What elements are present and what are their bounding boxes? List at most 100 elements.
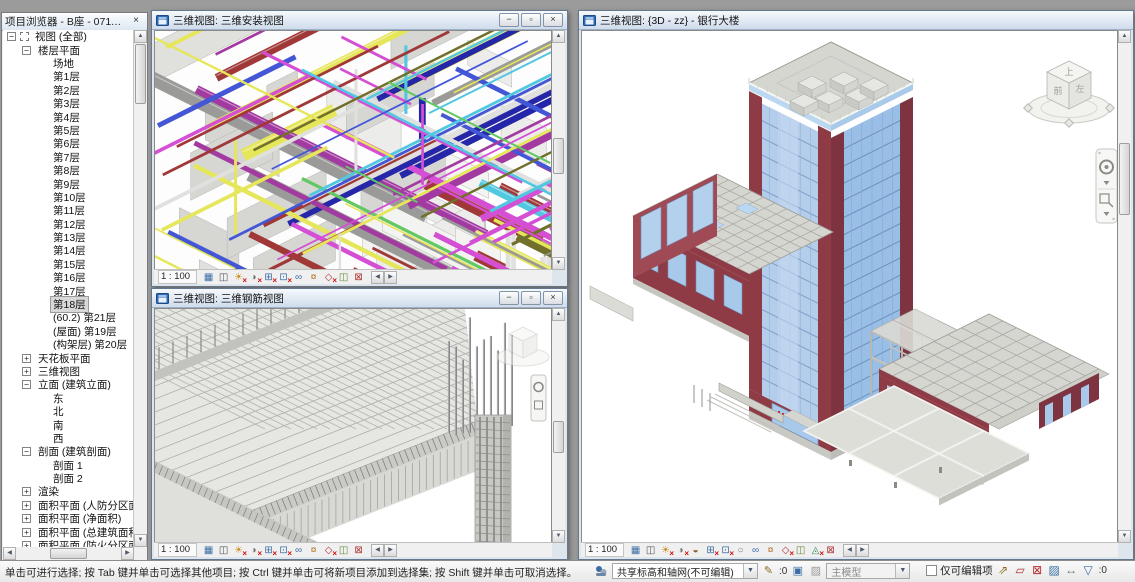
scroll-down-icon[interactable]: ▼: [134, 534, 147, 547]
window-titlebar[interactable]: 三维视图: 三维安装视图 − ▫ ×: [152, 11, 567, 30]
select-by-face-toggle[interactable]: ▨: [1047, 563, 1062, 578]
scroll-left-icon[interactable]: ◀: [371, 271, 384, 284]
detail-level-icon[interactable]: ▦: [201, 543, 216, 558]
shadows-icon[interactable]: ◑×: [246, 543, 261, 558]
crop-view-icon[interactable]: ⊞×: [703, 543, 718, 558]
tree-item-label[interactable]: 立面 (建筑立面): [35, 376, 114, 393]
vertical-scrollbar[interactable]: ▲ ▼: [552, 30, 565, 270]
sun-path-icon[interactable]: ☀×: [231, 270, 246, 285]
select-underlay-toggle[interactable]: ▱: [1013, 563, 1028, 578]
active-workset-dropdown[interactable]: 共享标高和轴网(不可编辑) ▼: [612, 563, 758, 579]
close-icon[interactable]: ×: [128, 14, 144, 29]
vertical-scrollbar[interactable]: ▲ ▼: [552, 308, 565, 543]
expand-icon[interactable]: +: [22, 354, 31, 363]
design-options-pick-icon[interactable]: ▨: [808, 564, 823, 579]
worksharing-display-icon[interactable]: ◇×: [321, 270, 336, 285]
reveal-hidden-elements-icon[interactable]: ¤: [763, 543, 778, 558]
project-browser-titlebar[interactable]: 项目浏览器 - B座 - 0711计算 ×: [2, 13, 147, 31]
drag-on-selection-toggle[interactable]: ↔: [1064, 563, 1079, 578]
worksharing-display-icon[interactable]: ◇×: [778, 543, 793, 558]
collapse-icon[interactable]: −: [22, 380, 31, 389]
temporary-hide-isolate-icon[interactable]: ∞: [291, 543, 306, 558]
reveal-constraints-icon[interactable]: ⊠: [351, 543, 366, 558]
vertical-scrollbar[interactable]: ▲ ▼: [1118, 30, 1131, 543]
chevron-down-icon[interactable]: ▼: [743, 564, 757, 578]
scrollbar-thumb[interactable]: [553, 138, 564, 174]
reveal-hidden-elements-icon[interactable]: ¤: [306, 270, 321, 285]
tree-item[interactable]: 北: [3, 405, 133, 418]
scroll-left-icon[interactable]: ◀: [371, 544, 384, 557]
scroll-left-icon[interactable]: ◀: [843, 544, 856, 557]
editable-only-checkbox[interactable]: [926, 565, 937, 576]
shadows-icon[interactable]: ◑×: [246, 270, 261, 285]
mep-3d-canvas[interactable]: [154, 30, 552, 270]
expand-icon[interactable]: +: [22, 487, 31, 496]
visual-style-icon[interactable]: ◫: [216, 270, 231, 285]
expand-icon[interactable]: +: [22, 367, 31, 376]
browser-horizontal-scrollbar[interactable]: ◀ ▶: [3, 547, 134, 560]
scrollbar-thumb[interactable]: [135, 44, 146, 104]
crop-region-visibility-icon[interactable]: ⊡×: [718, 543, 733, 558]
tree-item[interactable]: 东: [3, 392, 133, 405]
tree-item[interactable]: +面积平面 (防火分区面积): [3, 539, 133, 547]
crop-view-icon[interactable]: ⊞×: [261, 543, 276, 558]
temporary-view-properties-icon[interactable]: ◫: [336, 270, 351, 285]
tree-item[interactable]: 南: [3, 418, 133, 431]
building-3d-canvas[interactable]: 上前左: [581, 30, 1118, 543]
selection-filter-button[interactable]: ▽: [1081, 563, 1096, 578]
horizontal-scrollbar[interactable]: ◀ ▶: [371, 544, 552, 557]
tree-item-label[interactable]: 面积平面 (防火分区面积): [35, 537, 134, 547]
scroll-up-icon[interactable]: ▲: [134, 30, 147, 43]
reveal-constraints-icon[interactable]: ⊠: [823, 543, 838, 558]
worksets-icon[interactable]: [594, 564, 609, 579]
unlocked-3d-view-icon[interactable]: ○: [733, 543, 748, 558]
rebar-3d-canvas[interactable]: [154, 308, 552, 543]
close-button[interactable]: ×: [543, 13, 563, 27]
analytical-model-icon[interactable]: ◬×: [808, 543, 823, 558]
tree-item[interactable]: −立面 (建筑立面): [3, 378, 133, 391]
window-titlebar[interactable]: 三维视图: 三维钢筋视图 − ▫ ×: [152, 289, 567, 308]
temporary-view-properties-icon[interactable]: ◫: [793, 543, 808, 558]
scroll-right-icon[interactable]: ▶: [384, 544, 397, 557]
scroll-down-icon[interactable]: ▼: [552, 530, 565, 543]
scale-control[interactable]: 1 : 100: [585, 543, 624, 557]
scroll-up-icon[interactable]: ▲: [552, 30, 565, 43]
reveal-constraints-icon[interactable]: ⊠: [351, 270, 366, 285]
scrollbar-thumb[interactable]: [553, 421, 564, 453]
render-dialog-icon[interactable]: ◒: [688, 543, 703, 558]
editing-requests-icon[interactable]: ✎: [761, 564, 776, 579]
select-pinned-toggle[interactable]: ⊠: [1030, 563, 1045, 578]
minimize-button[interactable]: −: [499, 13, 519, 27]
browser-vertical-scrollbar[interactable]: ▲ ▼: [134, 30, 147, 547]
visual-style-icon[interactable]: ◫: [643, 543, 658, 558]
scroll-right-icon[interactable]: ▶: [856, 544, 869, 557]
scroll-up-icon[interactable]: ▲: [1118, 30, 1131, 43]
chevron-down-icon[interactable]: ▼: [895, 564, 909, 578]
visual-style-icon[interactable]: ◫: [216, 543, 231, 558]
temporary-hide-isolate-icon[interactable]: ∞: [291, 270, 306, 285]
horizontal-scrollbar[interactable]: ◀ ▶: [843, 544, 1118, 557]
collapse-icon[interactable]: −: [22, 46, 31, 55]
expand-icon[interactable]: +: [22, 528, 31, 537]
scroll-down-icon[interactable]: ▼: [1118, 530, 1131, 543]
crop-view-icon[interactable]: ⊞×: [261, 270, 276, 285]
minimize-button[interactable]: −: [499, 291, 519, 305]
tree-item[interactable]: 剖面 2: [3, 472, 133, 485]
select-links-toggle[interactable]: ⇗: [996, 563, 1011, 578]
navigation-bar[interactable]: [531, 375, 546, 421]
scroll-left-icon[interactable]: ◀: [3, 547, 16, 560]
detail-level-icon[interactable]: ▦: [201, 270, 216, 285]
temporary-hide-isolate-icon[interactable]: ∞: [748, 543, 763, 558]
detail-level-icon[interactable]: ▦: [628, 543, 643, 558]
scroll-right-icon[interactable]: ▶: [121, 547, 134, 560]
scrollbar-thumb[interactable]: [1119, 143, 1130, 215]
temporary-view-properties-icon[interactable]: ◫: [336, 543, 351, 558]
restore-button[interactable]: ▫: [521, 291, 541, 305]
restore-button[interactable]: ▫: [521, 13, 541, 27]
scrollbar-thumb[interactable]: [50, 548, 88, 559]
scale-control[interactable]: 1 : 100: [158, 543, 197, 557]
expand-icon[interactable]: +: [22, 514, 31, 523]
window-titlebar[interactable]: 三维视图: {3D - zz} - 银行大楼: [579, 11, 1133, 30]
sun-path-icon[interactable]: ☀×: [231, 543, 246, 558]
close-button[interactable]: ×: [543, 291, 563, 305]
